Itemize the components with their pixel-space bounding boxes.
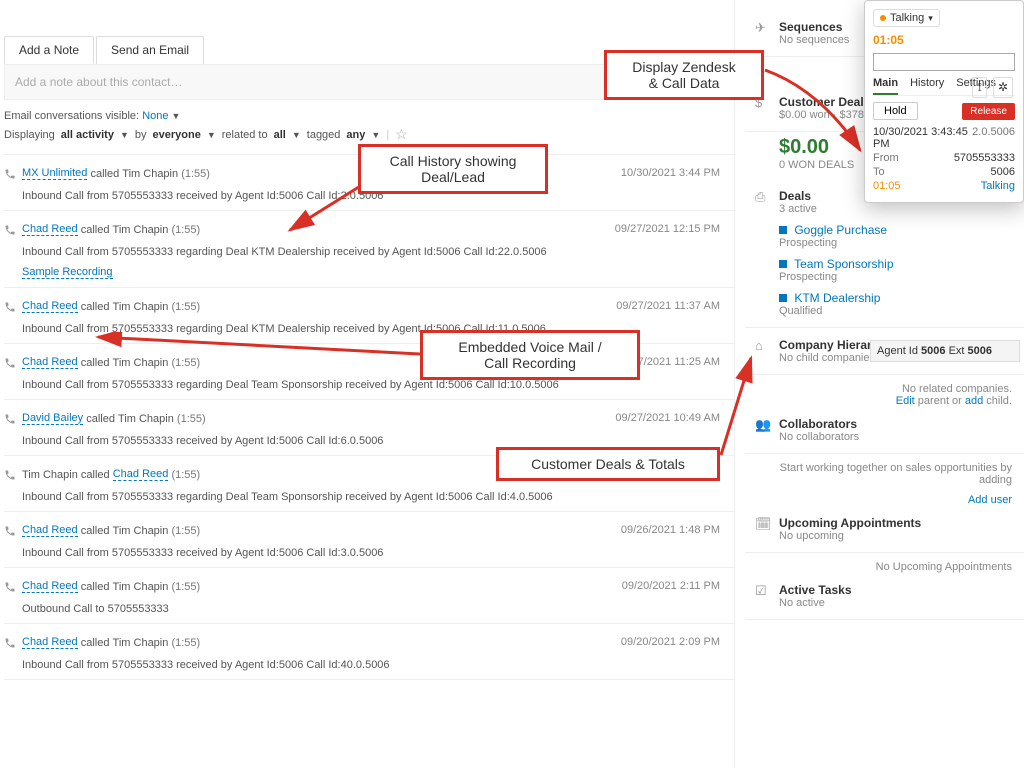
dial-input[interactable]	[873, 53, 1015, 71]
call-popup: Talking ▾ 01:05 ⟟ ✲ Main History Setting…	[864, 0, 1024, 203]
deals-sub: 3 active	[779, 203, 1018, 215]
activity-timestamp: 09/26/2021 1:48 PM	[621, 524, 720, 536]
upcoming-none: No Upcoming Appointments	[745, 553, 1024, 573]
callout-recording: Embedded Voice Mail /Call Recording	[420, 330, 640, 380]
activity-detail: Inbound Call from 5705553333 regarding D…	[4, 481, 734, 503]
activity-timestamp: 09/20/2021 2:11 PM	[622, 580, 720, 592]
deal-badge-icon	[779, 260, 787, 268]
add-user-link[interactable]: Add user	[968, 494, 1012, 506]
star-icon[interactable]: ☆	[395, 126, 408, 143]
elapsed-time: 01:05	[873, 180, 901, 192]
deal-item[interactable]: Goggle Purchase Prospecting	[779, 223, 1018, 249]
hierarchy-icon: ⌂	[755, 338, 773, 364]
tab-add-note[interactable]: Add a Note	[4, 36, 94, 64]
deals-icon: ⎙	[755, 189, 773, 317]
activity-item: Chad Reed called Tim Chapin (1:55) 09/27…	[4, 210, 734, 288]
upcoming-sub: No upcoming	[779, 530, 1018, 542]
callout-zendesk: Display Zendesk& Call Data	[604, 50, 764, 100]
upcoming-title: Upcoming Appointments	[779, 516, 1018, 530]
activity-detail: Inbound Call from 5705553333 received by…	[4, 537, 734, 559]
collaborators-title: Collaborators	[779, 417, 1018, 431]
deal-badge-icon	[779, 226, 787, 234]
deal-item[interactable]: Team Sponsorship Prospecting	[779, 257, 1018, 283]
activity-detail: Inbound Call from 5705553333 regarding D…	[4, 236, 734, 258]
activity-timestamp: 09/27/2021 11:37 AM	[616, 300, 720, 312]
recording-link[interactable]: Sample Recording	[22, 266, 113, 279]
calendar-icon: 🗓	[755, 516, 773, 542]
sequences-icon: ✈	[755, 20, 773, 46]
release-button[interactable]: Release	[962, 103, 1015, 120]
activity-item: Chad Reed called Tim Chapin (1:55) 09/20…	[4, 567, 734, 624]
deal-item[interactable]: KTM Dealership Qualified	[779, 291, 1018, 317]
activity-timestamp: 09/27/2021 12:15 PM	[615, 223, 720, 235]
activity-timestamp: 09/20/2021 2:09 PM	[621, 636, 720, 648]
collaborators-icon: 👥	[755, 417, 773, 443]
add-child-link[interactable]: add	[965, 395, 983, 407]
activity-item: Chad Reed called Tim Chapin (1:55) 09/26…	[4, 511, 734, 568]
activity-detail: Inbound Call from 5705553333 received by…	[4, 649, 734, 671]
hold-button[interactable]: Hold	[873, 102, 918, 120]
deal-badge-icon	[779, 294, 787, 302]
call-datetime: 10/30/2021 3:43:45 PM	[873, 126, 972, 150]
popup-tab-main[interactable]: Main	[873, 77, 898, 95]
agent-footer: Agent Id 5006 Ext 5006	[870, 340, 1020, 362]
callout-deals: Customer Deals & Totals	[496, 447, 720, 481]
collaborators-hint: Start working together on sales opportun…	[745, 454, 1024, 486]
no-related-text: No related companies.	[902, 383, 1012, 395]
email-visibility[interactable]: Email conversations visible: None ▼	[4, 110, 734, 122]
activity-detail: Outbound Call to 5705553333	[4, 593, 734, 615]
call-seq: 2.0.5006	[972, 126, 1015, 150]
tasks-sub: No active	[779, 597, 1018, 609]
edit-parent-link[interactable]: Edit	[896, 395, 915, 407]
tab-send-email[interactable]: Send an Email	[96, 36, 204, 64]
tasks-icon: ☑	[755, 583, 773, 609]
collaborators-sub: No collaborators	[779, 431, 1018, 443]
callout-history: Call History showingDeal/Lead	[358, 144, 548, 194]
activity-timestamp: 10/30/2021 3:44 PM	[621, 167, 720, 179]
activity-detail: Inbound Call from 5705553333 received by…	[4, 425, 734, 447]
from-number: 5705553333	[954, 152, 1015, 164]
to-number: 5006	[991, 166, 1015, 178]
activity-timestamp: 09/27/2021 10:49 AM	[615, 412, 720, 424]
status-pill[interactable]: Talking ▾	[873, 9, 940, 27]
activity-item: Chad Reed called Tim Chapin (1:55) 09/20…	[4, 623, 734, 680]
activity-filters[interactable]: Displaying all activity▼ by everyone▼ re…	[4, 126, 734, 143]
call-state: Talking	[981, 180, 1015, 192]
transfer-icon[interactable]: ⟟	[972, 77, 986, 98]
call-timer: 01:05	[873, 33, 1015, 47]
tasks-title: Active Tasks	[779, 583, 1018, 597]
popup-tab-history[interactable]: History	[910, 77, 944, 95]
settings-icon[interactable]: ✲	[993, 77, 1013, 98]
